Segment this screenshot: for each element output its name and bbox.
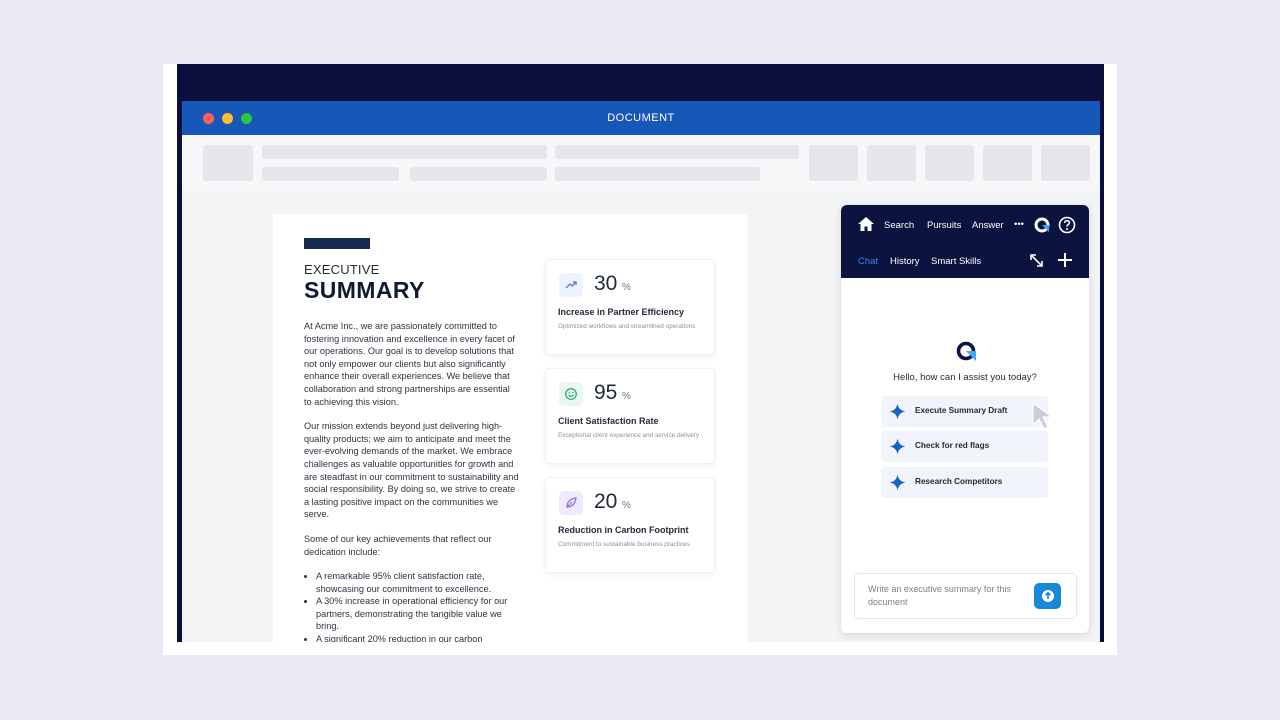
tab-smart-skills[interactable]: Smart Skills bbox=[931, 256, 981, 267]
paragraph: Our mission extends beyond just deliveri… bbox=[304, 421, 519, 520]
heading-small: EXECUTIVE bbox=[304, 262, 380, 277]
toolbar-placeholder bbox=[555, 145, 799, 159]
paragraph: Some of our key achievements that reflec… bbox=[304, 533, 492, 557]
help-icon[interactable] bbox=[1058, 216, 1076, 234]
list-item: A 30% increase in operational efficiency… bbox=[316, 595, 519, 633]
tab-chat[interactable]: Chat bbox=[858, 256, 878, 267]
stat-card-carbon: 20 % Reduction in Carbon Footprint Commi… bbox=[545, 477, 715, 573]
suggestion-check-red-flags[interactable]: Check for red flags bbox=[881, 431, 1048, 462]
stat-unit: % bbox=[622, 282, 631, 293]
toolbar-placeholder bbox=[262, 167, 399, 181]
title-bar: DOCUMENT bbox=[182, 101, 1100, 135]
stat-value: 20 bbox=[594, 490, 618, 513]
suggestion-label: Execute Summary Draft bbox=[915, 406, 1008, 415]
sparkle-icon bbox=[889, 403, 906, 420]
stat-value: 30 bbox=[594, 272, 618, 295]
chat-input[interactable]: Write an executive summary for this docu… bbox=[854, 573, 1077, 619]
toolbar-button-placeholder[interactable] bbox=[867, 145, 916, 181]
home-icon[interactable] bbox=[857, 216, 875, 232]
send-button[interactable] bbox=[1034, 583, 1061, 609]
new-chat-icon[interactable] bbox=[1057, 252, 1073, 268]
chat-input-placeholder: Write an executive summary for this docu… bbox=[868, 584, 1011, 607]
list-item: A remarkable 95% client satisfaction rat… bbox=[316, 570, 519, 595]
tab-history[interactable]: History bbox=[890, 256, 920, 267]
suggestion-label: Research Competitors bbox=[915, 477, 1003, 486]
toolbar-button-placeholder[interactable] bbox=[1041, 145, 1090, 181]
toolbar-placeholder bbox=[203, 145, 253, 181]
trend-up-icon bbox=[559, 273, 583, 297]
stat-label: Increase in Partner Efficiency bbox=[558, 307, 685, 317]
window-title: DOCUMENT bbox=[607, 112, 675, 124]
suggestion-research-competitors[interactable]: Research Competitors bbox=[881, 467, 1048, 498]
stat-card-efficiency: 30 % Increase in Partner Efficiency Opti… bbox=[545, 259, 715, 355]
leaf-icon bbox=[559, 491, 583, 515]
assistant-header: Search Pursuits Answer ••• Chat History … bbox=[841, 205, 1089, 278]
screen: DOCUMENT EXECUTIVE SUMMARY At Acme Inc.,… bbox=[177, 64, 1104, 642]
assistant-panel: Search Pursuits Answer ••• Chat History … bbox=[841, 205, 1089, 633]
document-page: EXECUTIVE SUMMARY At Acme Inc., we are p… bbox=[273, 214, 747, 642]
document-body: At Acme Inc., we are passionately commit… bbox=[304, 320, 519, 642]
sparkle-icon bbox=[889, 474, 906, 491]
list-item: A significant 20% reduction in our carbo… bbox=[316, 633, 519, 642]
smile-icon bbox=[559, 382, 583, 406]
toolbar-ribbon bbox=[182, 135, 1100, 191]
app-window: DOCUMENT EXECUTIVE SUMMARY At Acme Inc.,… bbox=[182, 101, 1100, 642]
stat-card-satisfaction: 95 % Client Satisfaction Rate Exceptiona… bbox=[545, 368, 715, 464]
mouse-cursor-icon bbox=[1031, 401, 1057, 431]
stat-subtext: Optimized workflows and streamlined oper… bbox=[558, 323, 696, 330]
stat-subtext: Commitment to sustainable business pract… bbox=[558, 541, 690, 548]
toolbar-button-placeholder[interactable] bbox=[809, 145, 858, 181]
stat-label: Reduction in Carbon Footprint bbox=[558, 525, 689, 535]
stat-label: Client Satisfaction Rate bbox=[558, 416, 659, 426]
toolbar-placeholder bbox=[555, 167, 760, 181]
toolbar-placeholder bbox=[410, 167, 547, 181]
nav-pursuits[interactable]: Pursuits bbox=[927, 220, 961, 231]
toolbar-placeholder bbox=[262, 145, 547, 159]
sparkle-icon bbox=[889, 438, 906, 455]
nav-answer[interactable]: Answer bbox=[972, 220, 1004, 231]
assistant-greeting: Hello, how can I assist you today? bbox=[893, 372, 1037, 383]
suggestion-execute-summary-draft[interactable]: Execute Summary Draft bbox=[881, 396, 1048, 427]
toolbar-button-placeholder[interactable] bbox=[925, 145, 974, 181]
nav-search[interactable]: Search bbox=[884, 220, 914, 231]
heading-large: SUMMARY bbox=[304, 277, 425, 303]
stat-subtext: Exceptional client experience and servic… bbox=[558, 432, 700, 439]
achievements-list: A remarkable 95% client satisfaction rat… bbox=[304, 570, 519, 642]
toolbar-button-placeholder[interactable] bbox=[983, 145, 1032, 181]
stat-value: 95 bbox=[594, 381, 618, 404]
brand-logo-icon[interactable] bbox=[1033, 216, 1051, 234]
accent-bar bbox=[304, 238, 370, 249]
assistant-logo-icon bbox=[955, 340, 979, 364]
stat-unit: % bbox=[622, 500, 631, 511]
stat-unit: % bbox=[622, 391, 631, 402]
expand-icon[interactable] bbox=[1029, 253, 1044, 268]
send-icon bbox=[1041, 590, 1054, 602]
paragraph: At Acme Inc., we are passionately commit… bbox=[304, 321, 515, 407]
more-menu-button[interactable]: ••• bbox=[1014, 219, 1024, 230]
suggestion-label: Check for red flags bbox=[915, 441, 990, 450]
